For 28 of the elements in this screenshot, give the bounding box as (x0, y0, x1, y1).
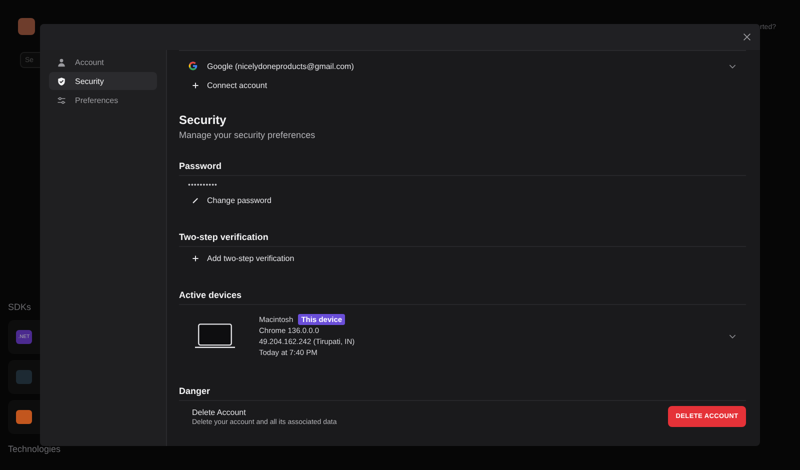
page-title: Security (179, 113, 228, 127)
person-icon (57, 58, 66, 66)
connected-account-row[interactable]: Google (nicelydoneproducts@gmail.com) (179, 58, 746, 74)
pencil-icon (192, 197, 199, 204)
sidebar-item[interactable]: Preferences (49, 91, 157, 109)
change-password-button[interactable]: Change password (188, 193, 276, 208)
sidebar-item[interactable]: Account (49, 53, 157, 71)
section-heading: Technologies (8, 444, 62, 454)
chevron-down-icon (729, 64, 736, 68)
sidebar-item[interactable]: Security (49, 72, 157, 90)
section-heading: SDKs (8, 302, 32, 312)
add-two-step-button[interactable]: Add two-step verification (188, 251, 298, 266)
app-logo-icon (18, 18, 35, 35)
delete-account-title: Delete Account (192, 408, 247, 416)
section-heading: Password (179, 161, 223, 171)
laptop-icon (195, 323, 235, 349)
shield-icon (57, 76, 66, 86)
plus-icon (192, 82, 199, 89)
chevron-down-icon (729, 334, 736, 338)
connect-account-button[interactable]: Connect account (188, 78, 272, 93)
plus-icon (192, 255, 199, 262)
section-heading: Danger (179, 386, 212, 396)
close-icon[interactable] (743, 33, 751, 41)
page-subtitle: Manage your security preferences (179, 130, 316, 140)
sliders-icon (57, 96, 66, 104)
google-logo-icon (188, 61, 198, 71)
section-heading: Two-step verification (179, 232, 270, 242)
section-heading: Active devices (179, 290, 243, 300)
